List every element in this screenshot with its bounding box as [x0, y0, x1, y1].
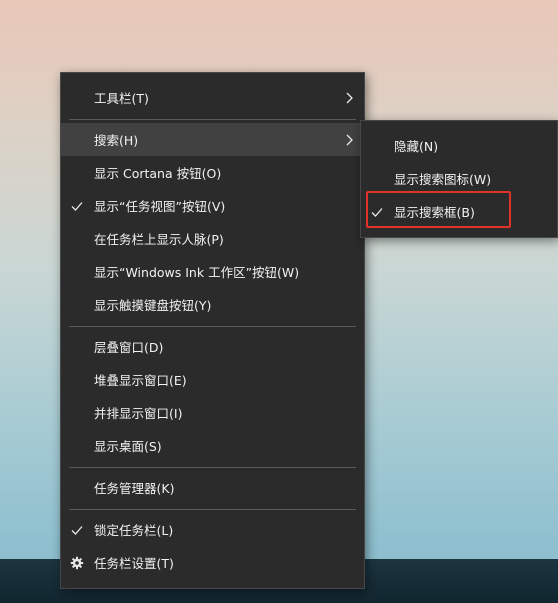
gear-icon	[70, 556, 84, 570]
menu-item-stacked-windows[interactable]: 堆叠显示窗口(E)	[61, 363, 364, 396]
menu-item-label: 显示搜索图标(W)	[394, 172, 492, 187]
menu-item-show-cortana[interactable]: 显示 Cortana 按钮(O)	[61, 156, 364, 189]
menu-item-label: 显示触摸键盘按钮(Y)	[94, 298, 212, 313]
menu-item-label: 任务管理器(K)	[94, 481, 175, 496]
menu-item-label: 层叠窗口(D)	[94, 340, 164, 355]
menu-item-label: 显示“任务视图”按钮(V)	[94, 199, 226, 214]
menu-item-show-touch-keyboard[interactable]: 显示触摸键盘按钮(Y)	[61, 288, 364, 321]
menu-item-show-desktop[interactable]: 显示桌面(S)	[61, 429, 364, 462]
highlight-annotation-box	[366, 191, 511, 228]
menu-separator	[69, 326, 356, 327]
menu-item-cascade-windows[interactable]: 层叠窗口(D)	[61, 330, 364, 363]
menu-item-toolbars[interactable]: 工具栏(T)	[61, 81, 364, 114]
menu-item-task-manager[interactable]: 任务管理器(K)	[61, 471, 364, 504]
menu-item-label: 并排显示窗口(I)	[94, 406, 183, 421]
menu-item-show-windows-ink[interactable]: 显示“Windows Ink 工作区”按钮(W)	[61, 255, 364, 288]
menu-item-lock-taskbar[interactable]: 锁定任务栏(L)	[61, 513, 364, 546]
menu-item-show-people[interactable]: 在任务栏上显示人脉(P)	[61, 222, 364, 255]
menu-item-search[interactable]: 搜索(H)	[61, 123, 364, 156]
menu-item-label: 任务栏设置(T)	[94, 556, 174, 571]
chevron-right-icon	[345, 134, 354, 146]
taskbar-context-menu: 工具栏(T) 搜索(H) 显示 Cortana 按钮(O) 显示“任务视图”按钮…	[60, 72, 365, 589]
submenu-item-hidden[interactable]: 隐藏(N)	[361, 129, 557, 162]
menu-item-label: 显示“Windows Ink 工作区”按钮(W)	[94, 265, 300, 280]
menu-item-label: 显示桌面(S)	[94, 439, 162, 454]
menu-item-label: 在任务栏上显示人脉(P)	[94, 232, 224, 247]
menu-item-label: 工具栏(T)	[94, 91, 149, 106]
menu-item-label: 显示 Cortana 按钮(O)	[94, 166, 222, 181]
menu-item-taskbar-settings[interactable]: 任务栏设置(T)	[61, 546, 364, 579]
menu-item-label: 搜索(H)	[94, 133, 139, 148]
menu-item-label: 锁定任务栏(L)	[94, 523, 174, 538]
menu-item-side-by-side-windows[interactable]: 并排显示窗口(I)	[61, 396, 364, 429]
menu-item-show-task-view[interactable]: 显示“任务视图”按钮(V)	[61, 189, 364, 222]
menu-item-label: 堆叠显示窗口(E)	[94, 373, 187, 388]
menu-separator	[69, 509, 356, 510]
checkmark-icon	[70, 523, 84, 537]
menu-separator	[69, 467, 356, 468]
chevron-right-icon	[345, 92, 354, 104]
desktop: { "main_menu": { "toolbars": "工具栏(T)", "…	[0, 0, 558, 603]
menu-separator	[69, 119, 356, 120]
menu-item-label: 隐藏(N)	[394, 139, 439, 154]
checkmark-icon	[70, 199, 84, 213]
